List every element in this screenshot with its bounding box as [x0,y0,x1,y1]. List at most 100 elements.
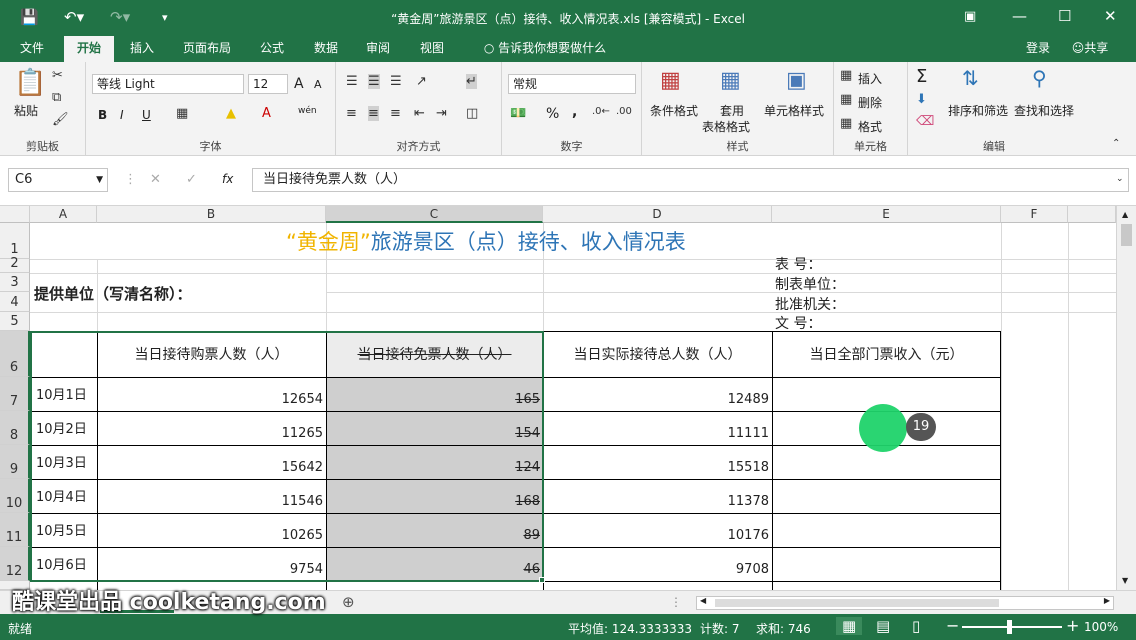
sort-filter-button[interactable]: 排序和筛选 [948,102,1008,119]
select-all-corner[interactable] [0,206,30,223]
zoom-level[interactable]: 100% [1084,620,1118,634]
fill-icon[interactable]: ⬇ [916,92,927,107]
scroll-down-icon[interactable]: ▼ [1122,576,1128,585]
row-header-12[interactable]: 12 [0,547,30,581]
cell-styles-icon[interactable]: ▣ [786,68,807,93]
format-cells-icon[interactable]: ▦ [840,116,852,131]
expand-formula-icon[interactable]: ⌄ [1116,174,1124,184]
fill-handle[interactable] [539,577,545,583]
column-header-a[interactable]: A [30,206,97,223]
find-select-button[interactable]: 查找和选择 [1014,102,1074,119]
column-header-c[interactable]: C [326,206,543,223]
italic-button[interactable]: I [120,108,124,122]
orientation-icon[interactable]: ↗ [416,74,427,89]
row-header-5[interactable]: 5 [0,312,30,331]
borders-icon[interactable]: ▦ [176,106,188,121]
format-cells-button[interactable]: 格式 [858,118,882,135]
tab-home[interactable]: 开始 [64,36,114,62]
tab-data[interactable]: 数据 [304,36,348,62]
clear-icon[interactable]: ⌫ [916,114,934,129]
name-box[interactable]: C6 ▼ [8,168,108,192]
column-header-b[interactable]: B [97,206,326,223]
page-layout-view-icon[interactable]: ▤ [876,617,890,635]
share-button[interactable]: ☺共享 [1062,36,1118,62]
h-scroll-thumb[interactable] [715,599,999,607]
format-table-icon[interactable]: ▦ [720,68,741,93]
normal-view-icon[interactable]: ▦ [836,617,863,635]
row-header-10[interactable]: 10 [0,479,30,513]
scroll-left-icon[interactable]: ◀ [700,596,706,605]
paste-button[interactable]: 粘贴 [14,102,38,119]
column-header-e[interactable]: E [772,206,1001,223]
insert-cells-button[interactable]: 插入 [858,70,882,87]
worksheet-grid[interactable]: A B C D E F 1 2 3 4 5 6 7 8 9 10 11 12 “… [0,206,1136,590]
grow-font-button[interactable]: A [294,76,304,92]
login-link[interactable]: 登录 [1020,36,1056,62]
row-header-2[interactable]: 2 [0,256,30,273]
font-color-icon[interactable]: A [262,106,271,121]
maximize-icon[interactable]: ☐ [1058,7,1071,25]
align-bottom-icon[interactable]: ☰ [390,74,402,89]
fill-color-icon[interactable]: ▲ [226,106,236,121]
row-header-8[interactable]: 8 [0,411,30,445]
tab-insert[interactable]: 插入 [120,36,164,62]
align-left-icon[interactable]: ≡ [346,106,357,121]
tab-formulas[interactable]: 公式 [250,36,294,62]
phonetic-button[interactable]: wén [298,106,317,116]
align-center-icon[interactable]: ≡ [368,106,379,121]
increase-decimal-icon[interactable]: .0← [592,106,610,117]
more-sheets-icon[interactable]: ⋮ [670,595,682,609]
font-name-select[interactable]: 等线 Light [92,74,244,94]
accounting-icon[interactable]: 💵 [510,106,526,121]
scroll-thumb[interactable] [1121,224,1132,246]
wrap-text-icon[interactable]: ↵ [466,74,477,89]
minimize-icon[interactable]: — [1012,7,1027,25]
delete-cells-icon[interactable]: ▦ [840,92,852,107]
formula-input[interactable]: 当日接待免票人数（人） [252,168,1129,192]
tab-page-layout[interactable]: 页面布局 [176,36,238,62]
cell-styles-button[interactable]: 单元格样式 [764,102,824,119]
tell-me-box[interactable]: ○ 告诉我你想要做什么 [470,36,620,62]
tab-review[interactable]: 审阅 [356,36,400,62]
copy-icon[interactable]: ⧉ [52,90,61,105]
row-header-11[interactable]: 11 [0,513,30,547]
zoom-out-icon[interactable]: − [946,616,959,635]
row-header-3[interactable]: 3 [0,273,30,292]
delete-cells-button[interactable]: 删除 [858,94,882,111]
tab-view[interactable]: 视图 [410,36,454,62]
insert-cells-icon[interactable]: ▦ [840,68,852,83]
scroll-up-icon[interactable]: ▲ [1122,210,1128,219]
column-header-f[interactable]: F [1001,206,1068,223]
decrease-indent-icon[interactable]: ⇤ [414,106,425,121]
zoom-slider[interactable] [962,626,1062,628]
row-header-9[interactable]: 9 [0,445,30,479]
font-size-select[interactable]: 12 [248,74,288,94]
enter-icon[interactable]: ✓ [186,172,197,187]
tab-file[interactable]: 文件 [10,36,54,62]
column-header-d[interactable]: D [543,206,772,223]
align-middle-icon[interactable]: ☰ [368,74,380,89]
autosum-button[interactable]: Σ [916,66,927,87]
collapse-ribbon-icon[interactable]: ⌃ [1112,138,1120,149]
page-break-view-icon[interactable]: ▯ [912,617,920,635]
conditional-format-icon[interactable]: ▦ [660,68,681,93]
column-header-g[interactable] [1068,206,1116,223]
row-header-1[interactable]: 1 [0,223,30,259]
vertical-scrollbar[interactable]: ▲ ▼ [1116,206,1136,590]
ribbon-display-icon[interactable]: ▣ [964,9,976,24]
align-top-icon[interactable]: ☰ [346,74,358,89]
horizontal-scrollbar[interactable]: ◀ ▶ [696,596,1114,610]
percent-button[interactable]: % [546,106,559,122]
format-table-button[interactable]: 套用 [720,102,744,119]
row-header-6[interactable]: 6 [0,331,30,377]
close-icon[interactable]: ✕ [1104,7,1117,25]
format-painter-icon[interactable]: 🖌 [52,112,69,127]
sort-filter-icon[interactable]: ⇅ [962,66,979,90]
decrease-decimal-icon[interactable]: .00 [616,106,632,117]
scroll-right-icon[interactable]: ▶ [1104,596,1110,605]
find-icon[interactable]: ⚲ [1032,66,1047,90]
insert-function-button[interactable]: fx [222,172,233,186]
cancel-icon[interactable]: ✕ [150,172,161,187]
row-header-7[interactable]: 7 [0,377,30,411]
align-right-icon[interactable]: ≡ [390,106,401,121]
